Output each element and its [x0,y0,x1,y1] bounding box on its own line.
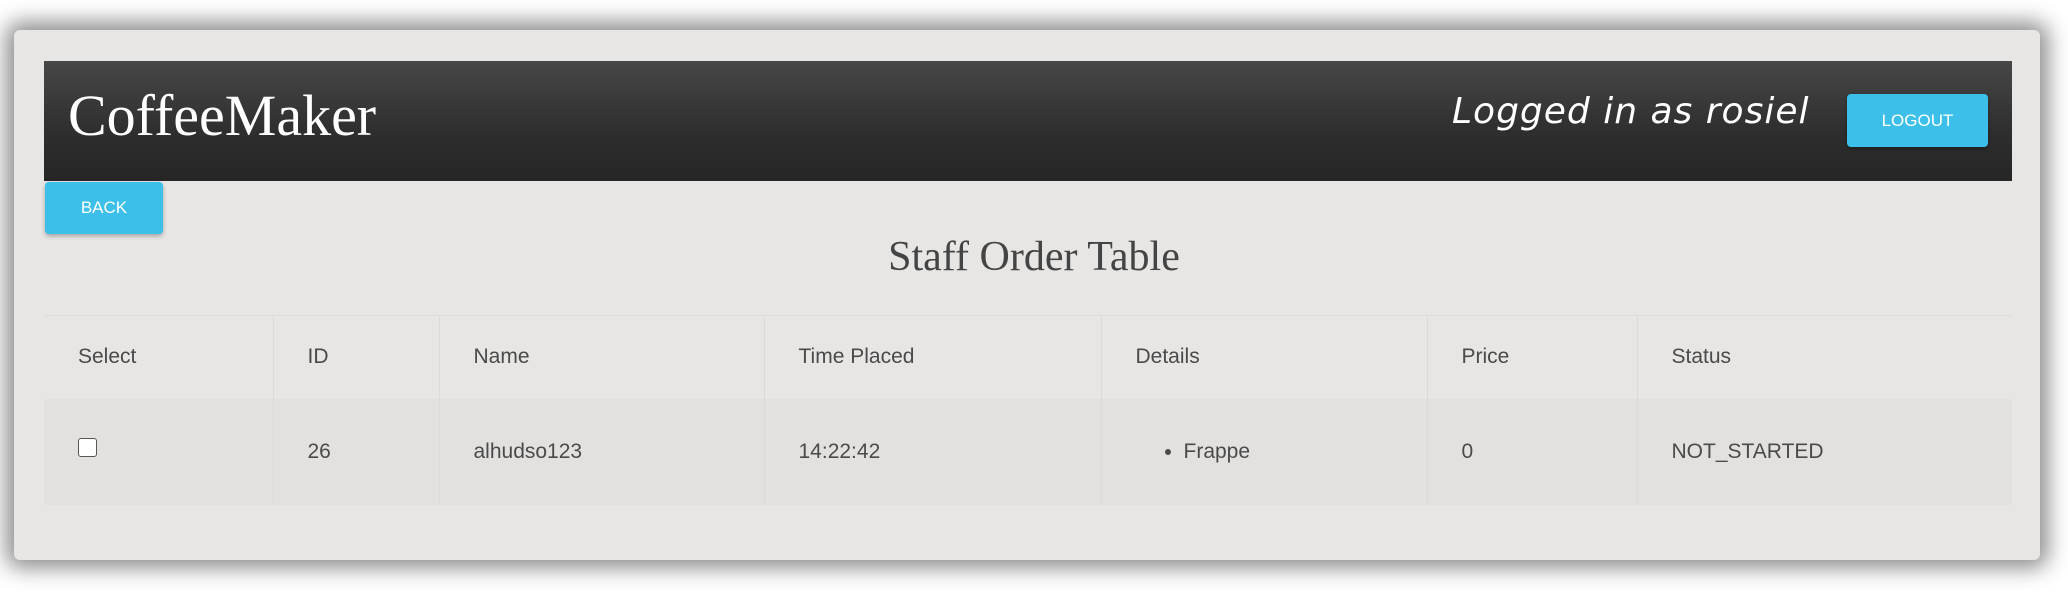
column-header-details: Details [1101,315,1428,399]
column-header-name: Name [439,315,765,399]
column-header-id: ID [273,315,440,399]
column-header-select: Select [44,315,274,399]
column-header-price: Price [1427,315,1638,399]
details-cell: Frappe [1101,398,1428,505]
price-cell: 0 [1427,398,1638,505]
details-list: Frappe [1136,440,1427,464]
logout-button[interactable]: LOGOUT [1847,94,1988,147]
table-row: 26 alhudso123 14:22:42 Frappe 0 NOT_STAR… [44,398,2012,505]
column-header-status: Status [1671,345,1732,369]
time-placed-cell: 14:22:42 [764,398,1102,505]
id-cell: 26 [273,398,440,505]
name-cell: alhudso123 [439,398,765,505]
navbar: CoffeeMaker Logged in as rosiel [44,61,2012,181]
back-button[interactable]: BACK [45,182,163,234]
page-title: Staff Order Table [888,234,1180,280]
brand-title: CoffeeMaker [68,83,377,148]
orders-table: Select ID Name Time Placed Details Price… [44,315,2012,505]
row-select-checkbox[interactable] [78,438,97,458]
logged-in-label: Logged in as rosiel [1452,91,1810,132]
status-cell: NOT_STARTED [1671,439,1824,463]
details-list-item: Frappe [1184,440,1427,464]
column-header-time-placed: Time Placed [764,315,1102,399]
table-header-row: Select ID Name Time Placed Details Price… [44,315,2012,399]
select-cell [44,398,274,505]
